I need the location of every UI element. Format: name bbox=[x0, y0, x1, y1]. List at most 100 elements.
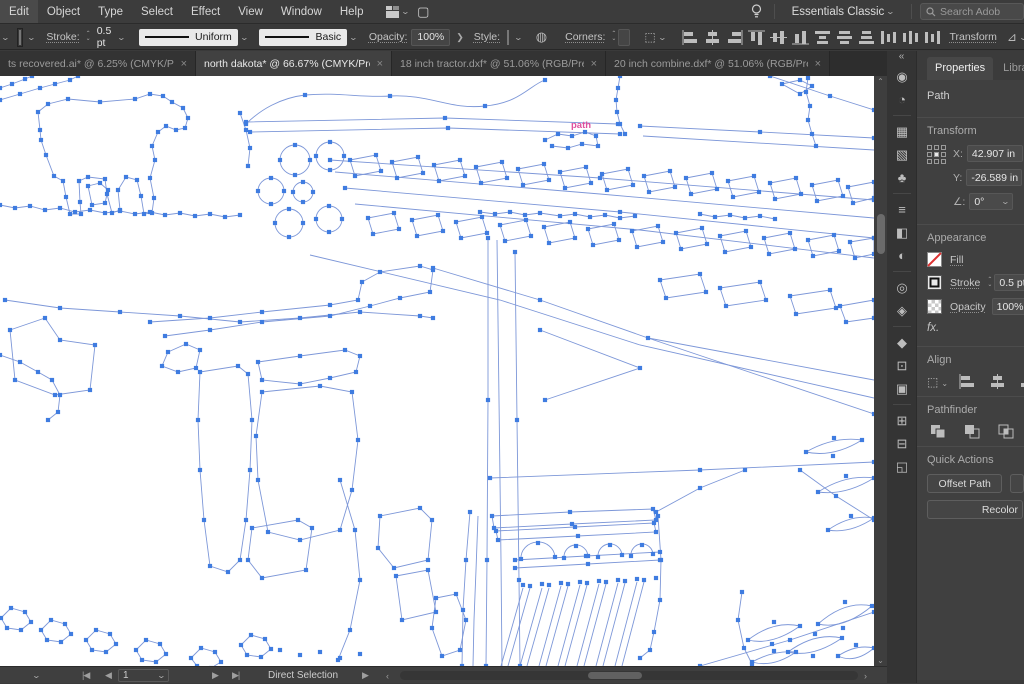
brush-chevron-icon[interactable]: ⌄ bbox=[349, 33, 358, 42]
zoom-level-dropdown[interactable]: ⌄ bbox=[30, 667, 40, 684]
align-right-icon[interactable] bbox=[1019, 374, 1024, 389]
distribute-bottom-icon[interactable] bbox=[858, 30, 875, 45]
symbols-icon[interactable]: ♣ bbox=[887, 166, 917, 189]
align-top-icon[interactable] bbox=[748, 30, 765, 45]
workspace-switcher[interactable]: Essentials Classic ⌄ bbox=[783, 0, 903, 23]
doc-tab-20-inch-combine[interactable]: 20 inch combine.dxf* @ 51.06% (RGB/Previ… bbox=[606, 51, 830, 76]
align-left-icon[interactable] bbox=[682, 30, 699, 45]
pathfinder-intersect-icon[interactable] bbox=[998, 424, 1015, 439]
distribute-top-icon[interactable] bbox=[814, 30, 831, 45]
opacity-label[interactable]: Opacity bbox=[950, 301, 986, 313]
previous-artboard-icon[interactable]: ◀ bbox=[105, 667, 111, 684]
horizontal-scrollbar[interactable] bbox=[400, 671, 858, 680]
distribute-middle-icon[interactable] bbox=[902, 30, 919, 45]
angle-chevron-icon[interactable]: ⌄ bbox=[1000, 197, 1009, 206]
align-bottom-icon[interactable] bbox=[792, 30, 809, 45]
appearance-icon[interactable]: ◎ bbox=[887, 276, 917, 299]
menu-help[interactable]: Help bbox=[331, 0, 373, 23]
hscroll-left-icon[interactable]: ‹ bbox=[386, 667, 388, 684]
corners-stepper[interactable]: ⌃⌄ bbox=[611, 32, 616, 42]
pathfinder-unite-icon[interactable] bbox=[930, 424, 947, 439]
lightbulb-icon[interactable] bbox=[751, 4, 762, 19]
style-swatch[interactable] bbox=[507, 30, 509, 45]
corners-input[interactable] bbox=[618, 29, 630, 46]
pathfinder-minus-front-icon[interactable] bbox=[964, 424, 981, 439]
cropped-button[interactable] bbox=[1010, 474, 1024, 493]
stroke-weight-chevron-icon[interactable]: ⌄ bbox=[117, 33, 126, 42]
stroke-swatch-chevron-icon[interactable]: ⌄ bbox=[26, 33, 35, 42]
distribute-left-icon[interactable] bbox=[880, 30, 897, 45]
artboard-canvas[interactable]: path bbox=[0, 76, 874, 666]
menu-view[interactable]: View bbox=[229, 0, 272, 23]
menu-edit[interactable]: Edit bbox=[0, 0, 38, 23]
fill-swatch[interactable] bbox=[19, 30, 21, 45]
opacity-expand-icon[interactable]: ❯ bbox=[456, 32, 464, 43]
artboards-icon[interactable]: ⊡ bbox=[887, 354, 917, 377]
fill-none-swatch[interactable] bbox=[927, 252, 942, 267]
recolor-button[interactable]: Recolor bbox=[927, 500, 1023, 519]
opacity-swatch[interactable] bbox=[927, 299, 942, 314]
align-to-icon[interactable]: ⬚⌄ bbox=[927, 375, 948, 389]
x-input[interactable]: 42.907 in bbox=[967, 145, 1023, 162]
opacity-value[interactable]: 100% bbox=[411, 29, 450, 46]
vertical-scrollbar[interactable]: ⌃ ⌄ bbox=[874, 76, 887, 666]
graphic-styles-icon[interactable]: ◈ bbox=[887, 299, 917, 322]
stroke-weight-stepper[interactable]: ⌃⌄ bbox=[987, 278, 992, 288]
align-left-icon[interactable] bbox=[959, 374, 976, 389]
hscroll-right-icon[interactable]: › bbox=[864, 667, 866, 684]
scroll-down-icon[interactable]: ⌄ bbox=[874, 656, 887, 665]
menu-effect[interactable]: Effect bbox=[182, 0, 229, 23]
stroke-swatch[interactable] bbox=[927, 275, 942, 290]
horizontal-scroll-thumb[interactable] bbox=[588, 672, 642, 679]
opacity-input[interactable]: 100% bbox=[992, 298, 1024, 315]
close-tab-icon[interactable]: × bbox=[377, 58, 383, 70]
align-center-v-icon[interactable] bbox=[770, 30, 787, 45]
tab-libraries[interactable]: Libraries bbox=[995, 57, 1024, 80]
artboard-navigation-box[interactable]: 1 ⌄ bbox=[118, 669, 169, 682]
search-input[interactable]: Search Adob bbox=[920, 3, 1024, 20]
asset-export-icon[interactable]: ▣ bbox=[887, 377, 917, 400]
doc-tab-north-dakota[interactable]: north dakota* @ 66.67% (CMYK/Preview) × bbox=[196, 51, 392, 76]
select-similar-chevron-icon[interactable]: ⌄ bbox=[657, 33, 666, 42]
fill-chevron-icon[interactable]: ⌄ bbox=[1, 33, 10, 42]
rotate-angle-input[interactable]: 0°⌄ bbox=[969, 193, 1013, 210]
swatches-icon[interactable]: ▦ bbox=[887, 120, 917, 143]
y-input[interactable]: -26.589 in bbox=[966, 169, 1022, 186]
stroke-weight-value[interactable]: 0.5 pt bbox=[97, 25, 112, 49]
collapse-dock-icon[interactable]: « bbox=[887, 51, 916, 65]
opacity-label[interactable]: Opacity: bbox=[369, 31, 408, 43]
layers-icon[interactable]: ◆ bbox=[887, 331, 917, 354]
reference-point-locator[interactable] bbox=[927, 145, 946, 217]
align-center-h-icon[interactable] bbox=[704, 30, 721, 45]
align-right-icon[interactable] bbox=[726, 30, 743, 45]
stroke-weight-input[interactable]: 0.5 pt bbox=[994, 274, 1024, 291]
menu-select[interactable]: Select bbox=[132, 0, 182, 23]
brushes-icon[interactable]: ▧ bbox=[887, 143, 917, 166]
brush-dropdown[interactable]: Basic bbox=[259, 29, 347, 46]
close-tab-icon[interactable]: × bbox=[815, 58, 821, 70]
corners-label[interactable]: Corners: bbox=[565, 31, 605, 43]
tab-properties[interactable]: Properties bbox=[927, 57, 993, 80]
first-artboard-icon[interactable]: |◀ bbox=[82, 667, 89, 684]
offset-path-button[interactable]: Offset Path bbox=[927, 474, 1002, 493]
style-chevron-icon[interactable]: ⌄ bbox=[514, 33, 523, 42]
transparency-icon[interactable]: ◐ bbox=[887, 244, 917, 267]
fill-label[interactable]: Fill bbox=[950, 254, 963, 266]
menu-window[interactable]: Window bbox=[272, 0, 331, 23]
document-setup-icon[interactable]: ◍ bbox=[536, 29, 547, 45]
transform-label[interactable]: Transform bbox=[949, 31, 996, 43]
profile-chevron-icon[interactable]: ⌄ bbox=[239, 33, 248, 42]
close-tab-icon[interactable]: × bbox=[591, 58, 597, 70]
align-center-h-icon[interactable] bbox=[989, 374, 1006, 389]
distribute-center-icon[interactable] bbox=[836, 30, 853, 45]
menu-type[interactable]: Type bbox=[89, 0, 132, 23]
status-menu-icon[interactable]: ▶ bbox=[362, 667, 368, 684]
stroke-label[interactable]: Stroke: bbox=[46, 31, 79, 43]
touch-workspace-icon[interactable]: ▢ bbox=[417, 4, 429, 20]
stroke-icon[interactable]: ≡ bbox=[887, 198, 917, 221]
align-panel-icon[interactable]: ⊟ bbox=[887, 432, 917, 455]
shape-mode-icon[interactable]: ⊿ bbox=[1007, 30, 1017, 44]
scroll-up-icon[interactable]: ⌃ bbox=[874, 77, 887, 86]
style-label[interactable]: Style: bbox=[474, 31, 500, 43]
arrange-documents-icon[interactable]: ⌄ bbox=[386, 6, 409, 18]
